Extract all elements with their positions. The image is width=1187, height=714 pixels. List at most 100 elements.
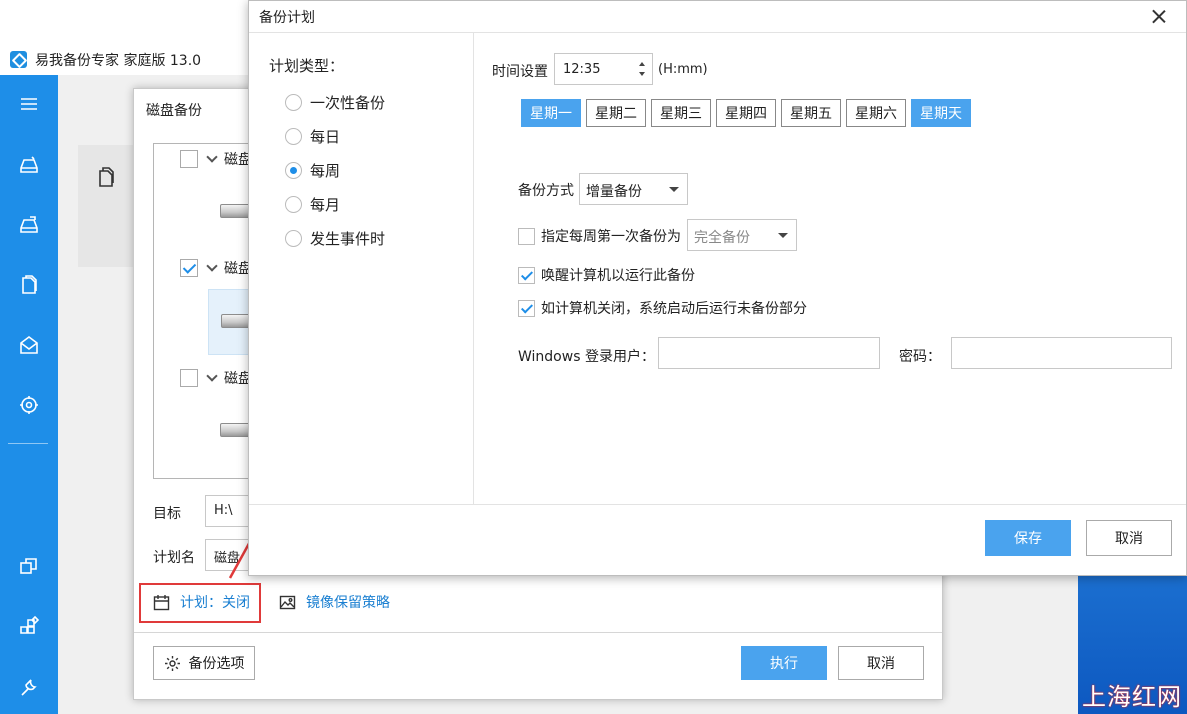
day-monday-button[interactable]: 星期一 (521, 99, 581, 127)
time-spinner[interactable]: 12:35 (554, 53, 653, 85)
spinner-arrows-icon[interactable] (638, 62, 646, 76)
watermark: 上海红网 (1082, 683, 1182, 711)
disk-tree: 磁盘 磁盘 磁盘 (153, 143, 253, 479)
radio-button[interactable] (285, 162, 302, 179)
app-top-area (0, 0, 250, 44)
backup-method-label: 备份方式 (518, 183, 574, 199)
schedule-link-label: 计划：关闭 (180, 595, 250, 611)
app-title: 易我备份专家 家庭版 13.0 (35, 52, 202, 69)
dialog-title: 备份计划 (259, 10, 315, 26)
footer-divider (134, 632, 942, 633)
chevron-down-icon (669, 187, 679, 192)
radio-button[interactable] (285, 94, 302, 111)
tree-checkbox[interactable] (180, 369, 198, 387)
radio-once[interactable]: 一次性备份 (285, 92, 385, 113)
radio-on-event[interactable]: 发生事件时 (285, 228, 385, 249)
cancel-button[interactable]: 取消 (838, 646, 924, 680)
backup-options-button[interactable]: 备份选项 (153, 646, 255, 680)
tree-item[interactable]: 磁盘 (180, 368, 252, 388)
chevron-down-icon (778, 233, 788, 238)
menu-icon[interactable] (16, 91, 42, 117)
backup-method-select[interactable]: 增量备份 (579, 173, 688, 205)
radio-button[interactable] (285, 230, 302, 247)
disk-backup-icon[interactable] (16, 152, 42, 178)
tree-checkbox[interactable] (180, 150, 198, 168)
backup-options-label: 备份选项 (188, 656, 245, 672)
calendar-icon (153, 594, 170, 610)
retention-link-label: 镜像保留策略 (306, 595, 390, 611)
first-week-select[interactable]: 完全备份 (687, 219, 797, 251)
radio-weekly[interactable]: 每周 (285, 160, 340, 181)
radio-label: 每周 (310, 162, 341, 180)
clone-icon[interactable] (16, 553, 42, 579)
plan-name-label: 计划名 (153, 550, 195, 566)
document-icon (95, 166, 117, 192)
cancel-button[interactable]: 取消 (1086, 520, 1172, 556)
schedule-link[interactable]: 计划：关闭 (153, 592, 250, 612)
chevron-down-icon[interactable] (206, 370, 218, 382)
pane-divider (473, 33, 474, 505)
radio-label: 每日 (310, 128, 341, 146)
resume-checkbox[interactable] (518, 299, 535, 317)
backup-plan-dialog: 备份计划 计划类型： 一次性备份 每日 每周 每月 发生事件时 时间设置 12:… (248, 0, 1187, 576)
tree-item[interactable]: 磁盘 (180, 258, 252, 278)
day-thursday-button[interactable]: 星期四 (716, 99, 776, 127)
windows-user-label: Windows 登录用户： (518, 349, 655, 365)
gear-icon (164, 655, 180, 671)
wake-option[interactable]: 唤醒计算机以运行此备份 (518, 265, 695, 285)
execute-button[interactable]: 执行 (741, 646, 827, 680)
plan-type-label: 计划类型： (269, 57, 345, 75)
app-titlebar: 易我备份专家 家庭版 13.0 (0, 44, 250, 75)
close-icon[interactable] (1147, 5, 1171, 29)
file-backup-icon[interactable] (16, 272, 42, 298)
dialog-title: 磁盘备份 (146, 103, 202, 119)
day-tuesday-button[interactable]: 星期二 (586, 99, 646, 127)
resume-label: 如计算机关闭，系统启动后运行未备份部分 (541, 301, 807, 317)
tree-item[interactable]: 磁盘 (180, 149, 252, 169)
radio-button[interactable] (285, 128, 302, 145)
footer-divider (249, 504, 1186, 505)
password-input[interactable] (951, 337, 1172, 369)
first-week-option[interactable]: 指定每周第一次备份为 (518, 226, 681, 246)
mail-backup-icon[interactable] (16, 332, 42, 358)
first-week-checkbox[interactable] (518, 227, 535, 245)
windows-user-input[interactable] (658, 337, 880, 369)
day-sunday-button[interactable]: 星期天 (911, 99, 971, 127)
day-wednesday-button[interactable]: 星期三 (651, 99, 711, 127)
title-divider (249, 32, 1186, 33)
day-friday-button[interactable]: 星期五 (781, 99, 841, 127)
tree-checkbox[interactable] (180, 259, 198, 277)
system-backup-icon[interactable] (16, 212, 42, 238)
time-format-hint: (H:mm) (658, 62, 708, 77)
chevron-down-icon[interactable] (206, 260, 218, 272)
wake-label: 唤醒计算机以运行此备份 (541, 268, 695, 284)
windows-tools-icon[interactable] (16, 613, 42, 639)
radio-label: 发生事件时 (310, 230, 386, 248)
radio-daily[interactable]: 每日 (285, 126, 340, 147)
wrench-icon[interactable] (16, 675, 42, 701)
resume-option[interactable]: 如计算机关闭，系统启动后运行未备份部分 (518, 298, 807, 318)
drive-tile[interactable] (208, 180, 252, 246)
smart-backup-icon[interactable] (16, 392, 42, 418)
image-icon (279, 595, 296, 609)
drive-tile-selected[interactable] (208, 289, 252, 355)
first-week-label: 指定每周第一次备份为 (541, 229, 681, 245)
main-card (78, 145, 138, 267)
time-value: 12:35 (563, 62, 601, 77)
day-saturday-button[interactable]: 星期六 (846, 99, 906, 127)
radio-label: 一次性备份 (310, 94, 386, 112)
wake-checkbox[interactable] (518, 266, 535, 284)
save-button[interactable]: 保存 (985, 520, 1071, 556)
target-label: 目标 (153, 506, 181, 522)
backup-method-value: 增量备份 (586, 184, 642, 200)
sidebar-divider (8, 443, 48, 444)
first-week-value: 完全备份 (694, 230, 750, 246)
app-logo-icon (10, 51, 27, 68)
chevron-down-icon[interactable] (206, 151, 218, 163)
retention-link[interactable]: 镜像保留策略 (279, 592, 390, 612)
password-label: 密码： (899, 349, 941, 365)
time-label: 时间设置 (492, 64, 548, 80)
radio-label: 每月 (310, 196, 341, 214)
radio-button[interactable] (285, 196, 302, 213)
radio-monthly[interactable]: 每月 (285, 194, 340, 215)
